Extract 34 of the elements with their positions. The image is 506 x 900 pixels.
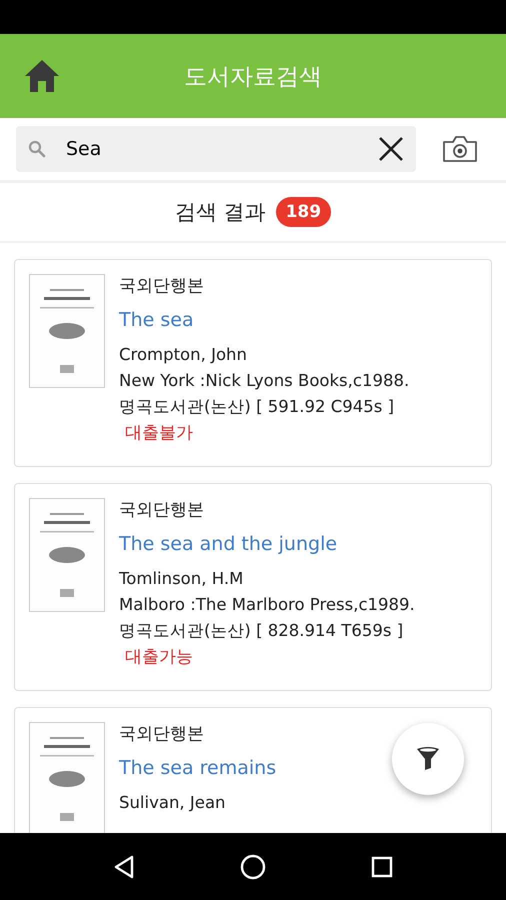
- book-location: 명곡도서관(논산) [ 591.92 C945s ]: [119, 396, 396, 418]
- book-card[interactable]: 국외단행본 The sea Crompton, John New York :Nick Lyons Books,c1988. 명곡도서관(논산) [ 591.92 C945s ] 대출불가: [14, 259, 492, 467]
- filter-icon: [415, 746, 441, 772]
- material-type: 국외단행본: [119, 723, 205, 746]
- book-author: Sulivan, Jean: [119, 792, 227, 814]
- book-publisher: Malboro :The Marlboro Press,c1989.: [119, 594, 415, 616]
- book-title[interactable]: The sea remains: [119, 756, 276, 780]
- search-icon: [28, 140, 46, 158]
- loan-status: 대출가능: [125, 646, 194, 669]
- screen-title: 도서자료검색: [184, 62, 322, 92]
- home-circle-icon[interactable]: [240, 854, 266, 880]
- search-bar[interactable]: Sea: [16, 126, 416, 172]
- recents-icon[interactable]: [371, 856, 394, 878]
- book-title[interactable]: The sea and the jungle: [119, 532, 415, 556]
- search-field[interactable]: Sea: [64, 137, 360, 161]
- book-publisher: New York :Nick Lyons Books,c1988.: [119, 370, 410, 392]
- book-author: Tomlinson, H.M: [119, 568, 244, 590]
- results-label: 검색 결과: [174, 199, 266, 226]
- material-type: 국외단행본: [119, 499, 205, 522]
- close-button[interactable]: [378, 136, 404, 162]
- loan-status: 대출불가: [125, 422, 194, 445]
- back-icon[interactable]: [112, 854, 135, 878]
- book-author: Crompton, John: [119, 344, 248, 366]
- results-count: 189: [276, 197, 332, 227]
- home-button[interactable]: [24, 59, 60, 93]
- home-icon: [24, 59, 60, 93]
- material-type: 국외단행본: [119, 275, 205, 298]
- book-location: 명곡도서관(논산) [ 828.914 T659s ]: [119, 620, 404, 642]
- book-card[interactable]: 국외단행본 The sea and the jungle Tomlinson, H.M Malboro :The Marlboro Press,c1989. 명곡도서관(논산) [ 828.914 T659s ] 대출가능: [14, 483, 492, 691]
- book-title[interactable]: The sea: [119, 308, 410, 332]
- camera-icon: [442, 135, 478, 163]
- camera-button[interactable]: [442, 135, 478, 163]
- close-icon: [378, 136, 404, 162]
- filter-button[interactable]: [392, 723, 464, 795]
